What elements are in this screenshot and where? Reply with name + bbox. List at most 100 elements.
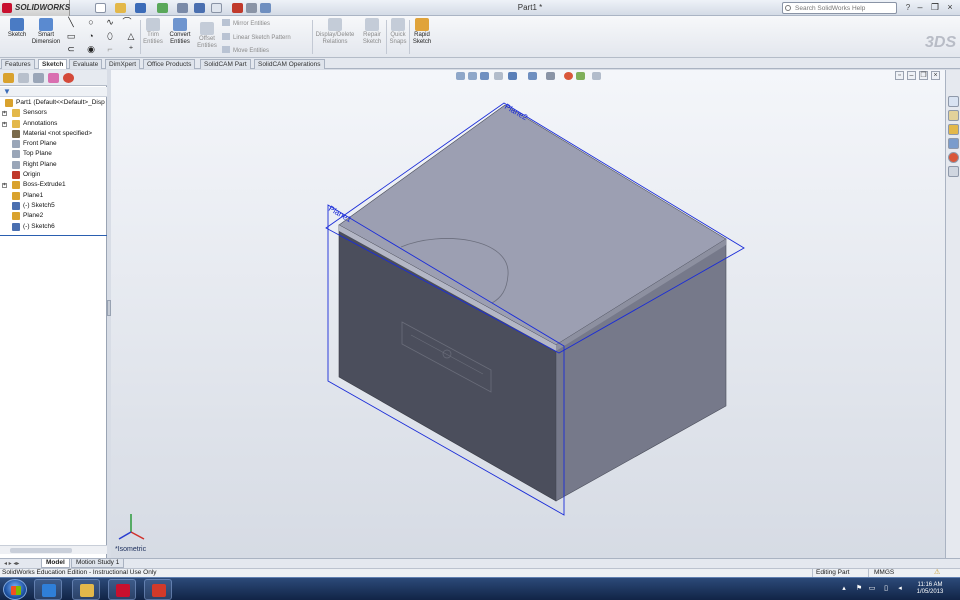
appearances-icon[interactable]: [948, 152, 959, 163]
show-hidden-icons-icon[interactable]: ▴: [840, 585, 848, 593]
volume-icon[interactable]: ◂: [896, 585, 904, 593]
print-icon[interactable]: [157, 3, 168, 13]
help-search-box[interactable]: [782, 2, 897, 14]
line-icon[interactable]: ╲: [66, 18, 76, 27]
trim-entities-button[interactable]: Trim Entities: [142, 18, 164, 46]
feature-tree-horizontal-scrollbar[interactable]: [0, 545, 107, 554]
feature-tree-tab-icon[interactable]: [3, 73, 14, 83]
expand-toggle-icon[interactable]: +: [2, 183, 7, 189]
fillet-icon[interactable]: ⌐: [105, 45, 115, 54]
rectangle-icon[interactable]: ▭: [66, 32, 76, 41]
feature-tree-item[interactable]: Plane2: [0, 211, 107, 221]
save-icon[interactable]: [135, 3, 146, 13]
arc-icon[interactable]: ◔: [86, 32, 96, 41]
move-entities-button[interactable]: Move Entities: [222, 46, 269, 54]
feature-tree-item[interactable]: Top Plane: [0, 149, 107, 159]
clock[interactable]: 11:16 AM 1/05/2013: [912, 582, 948, 596]
display-icon[interactable]: ▭: [868, 585, 876, 593]
ribbon-separator: [312, 20, 313, 54]
tab-dimxpert[interactable]: DimXpert: [105, 59, 141, 69]
rebuild-status-icon[interactable]: ⚠: [934, 569, 940, 577]
point-icon[interactable]: ◉: [86, 45, 96, 54]
mirror-entities-button[interactable]: Mirror Entities: [222, 19, 270, 27]
action-center-icon[interactable]: ⚑: [855, 585, 863, 593]
rapid-sketch-button[interactable]: Rapid Sketch: [411, 18, 433, 46]
linear-sketch-pattern-button[interactable]: Linear Sketch Pattern: [222, 33, 291, 41]
tab-solidcam-part[interactable]: SolidCAM Part: [200, 59, 251, 69]
start-button[interactable]: [3, 579, 27, 600]
display-delete-relations-button[interactable]: Display/Delete Relations: [315, 18, 355, 46]
status-bar: SolidWorks Education Edition - Instructi…: [0, 568, 960, 577]
solidworks-resources-icon[interactable]: [948, 96, 959, 107]
feature-tree-item[interactable]: Material <not specified>: [0, 129, 107, 139]
expand-toggle-icon[interactable]: +: [2, 121, 7, 127]
property-manager-tab-icon[interactable]: [18, 73, 29, 83]
restore-icon[interactable]: ❐: [929, 2, 941, 14]
redo-icon[interactable]: [194, 3, 205, 13]
expand-toggle-icon[interactable]: +: [2, 111, 7, 117]
feature-tree-item[interactable]: Front Plane: [0, 139, 107, 149]
origin-icon: [12, 171, 20, 180]
feature-tree-item[interactable]: (-) Sketch5: [0, 201, 107, 211]
taskbar-app-button[interactable]: [72, 579, 100, 600]
configuration-manager-tab-icon[interactable]: [33, 73, 44, 83]
spline-icon[interactable]: ∿: [105, 18, 115, 27]
open-icon[interactable]: [115, 3, 126, 13]
help-search-input[interactable]: [783, 3, 879, 13]
help-icon[interactable]: ?: [903, 3, 913, 13]
offset-entities-button[interactable]: Offset Entities: [195, 22, 219, 50]
feature-tree-filter[interactable]: ▼: [0, 87, 107, 97]
close-icon[interactable]: ×: [944, 2, 956, 14]
dimxpert-manager-tab-icon[interactable]: [48, 73, 59, 83]
taskbar-app-button[interactable]: [108, 579, 136, 600]
file-properties-icon[interactable]: [246, 3, 257, 13]
scrollbar-thumb[interactable]: [10, 548, 72, 553]
taskbar-app-button[interactable]: [34, 579, 62, 600]
tab-features[interactable]: Features: [1, 59, 35, 69]
graphics-area[interactable]: ▫ – ❐ × Plane2 Plane1 *Isometric: [111, 70, 945, 558]
quick-snaps-button[interactable]: Quick Snaps: [388, 18, 408, 46]
circle-icon[interactable]: ○: [86, 18, 96, 27]
sketch-button[interactable]: Sketch: [4, 18, 30, 39]
text-sketch-icon[interactable]: ⌒: [122, 18, 132, 27]
feature-tree-item[interactable]: + Annotations: [0, 119, 107, 129]
new-document-icon[interactable]: [95, 3, 106, 13]
view-palette-icon[interactable]: [948, 138, 959, 149]
feature-tree-item[interactable]: Origin: [0, 170, 107, 180]
feature-tree-item[interactable]: + Boss-Extrude1: [0, 180, 107, 190]
feature-tree-rollback-bar[interactable]: [0, 235, 107, 236]
design-library-icon[interactable]: [948, 110, 959, 121]
centerline-icon[interactable]: ⁺: [126, 45, 136, 54]
taskbar-app-button[interactable]: [144, 579, 172, 600]
tab-model[interactable]: Model: [41, 559, 70, 568]
undo-icon[interactable]: [177, 3, 188, 13]
feature-tree-item[interactable]: Part1 (Default<<Default>_Disp: [0, 98, 107, 108]
rebuild-icon[interactable]: [232, 3, 243, 13]
tab-motion-study-1[interactable]: Motion Study 1: [71, 559, 125, 568]
tab-solidcam-operations[interactable]: SolidCAM Operations: [254, 59, 325, 69]
network-icon[interactable]: ▯: [882, 585, 890, 593]
feature-tree-item-label: Part1 (Default<<Default>_Disp: [16, 99, 105, 106]
feature-tree-item[interactable]: Right Plane: [0, 160, 107, 170]
units-selector[interactable]: MMGS: [868, 569, 928, 577]
feature-tree-item[interactable]: (-) Sketch6: [0, 222, 107, 232]
select-icon[interactable]: [211, 3, 222, 13]
minimize-icon[interactable]: –: [914, 2, 926, 14]
convert-entities-button[interactable]: Convert Entities: [166, 18, 194, 46]
polygon-icon[interactable]: △: [126, 32, 136, 41]
feature-tree-item[interactable]: + Sensors: [0, 108, 107, 118]
tab-scroll-arrows-icon[interactable]: ◂ ▸ ◂▸: [4, 560, 19, 567]
tab-office-products[interactable]: Office Products: [143, 59, 196, 69]
tab-evaluate[interactable]: Evaluate: [69, 59, 103, 69]
feature-tree-item[interactable]: Plane1: [0, 191, 107, 201]
options-icon[interactable]: [260, 3, 271, 13]
custom-properties-icon[interactable]: [948, 166, 959, 177]
smart-dimension-button[interactable]: Smart Dimension: [30, 18, 62, 46]
display-manager-tab-icon[interactable]: [63, 73, 74, 83]
file-explorer-pane-icon[interactable]: [948, 124, 959, 135]
ellipse-icon[interactable]: ⬯: [105, 32, 115, 41]
solidworks-menu-button[interactable]: SOLIDWORKS: [0, 0, 70, 16]
repair-sketch-button[interactable]: Repair Sketch: [360, 18, 384, 46]
slot-icon[interactable]: ⊂: [66, 45, 76, 54]
tab-sketch[interactable]: Sketch: [38, 59, 68, 69]
